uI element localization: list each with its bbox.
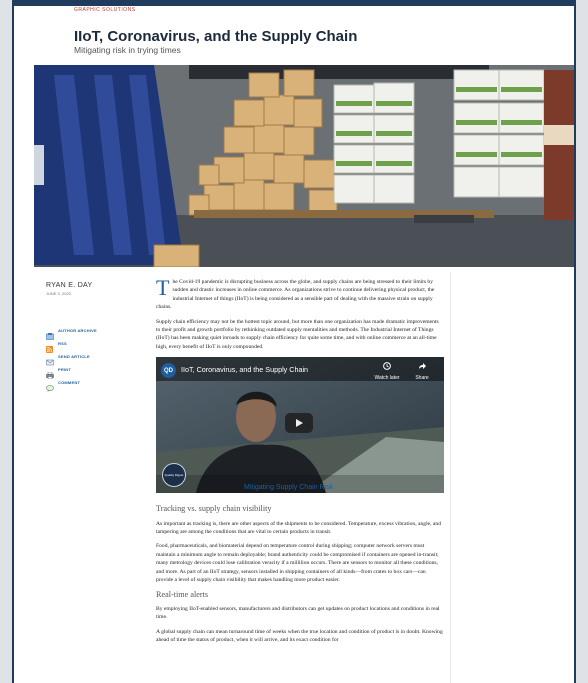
- paragraph: By employing IIoT-enabled sensors, manuf…: [156, 605, 440, 621]
- video-caption: Mitigating Supply Chain Risk: [244, 484, 334, 492]
- play-button[interactable]: [285, 413, 313, 434]
- archive-icon: [46, 327, 54, 340]
- print-icon: [46, 366, 54, 379]
- section-heading: Tracking vs. supply chain visibility: [156, 504, 272, 514]
- tool-print[interactable]: PRINT: [46, 363, 136, 379]
- video-title[interactable]: IIoT, Coronavirus, and the Supply Chain: [181, 365, 308, 374]
- section-heading: Real-time alerts: [156, 589, 209, 599]
- logo-text: QD: [164, 367, 173, 374]
- article-page: GRAPHIC SOLUTIONS IIoT, Coronavirus, and…: [12, 0, 576, 683]
- tool-label: SEND ARTICLE: [58, 353, 90, 359]
- tool-label: PRINT: [58, 366, 71, 372]
- email-icon: [46, 353, 54, 365]
- article-subtitle: Mitigating risk in trying times: [74, 45, 181, 55]
- tool-label: RSS: [58, 340, 67, 346]
- tool-label: COMMENT: [58, 379, 81, 385]
- hero-image: [34, 65, 574, 267]
- article-tools: AUTHOR ARCHIVE RSS SEND ARTICLE PRINT CO…: [46, 324, 136, 392]
- tool-send-article[interactable]: SEND ARTICLE: [46, 350, 136, 365]
- channel-name: Quality Digest: [164, 472, 184, 477]
- article-sidebar: RYAN E. DAY JUNE 3, 2020 AUTHOR ARCHIVE …: [46, 282, 136, 392]
- section-kicker[interactable]: GRAPHIC SOLUTIONS: [74, 7, 136, 13]
- column-divider: [450, 272, 451, 683]
- author-name[interactable]: RYAN E. DAY: [46, 282, 136, 289]
- tool-label: AUTHOR ARCHIVE: [58, 327, 97, 333]
- top-bar: [14, 0, 574, 6]
- play-icon: [296, 419, 303, 428]
- paragraph: As important as tracking is, there are o…: [156, 520, 442, 536]
- paragraph: The Covid-19 pandemic is disrupting busi…: [156, 275, 444, 312]
- video-player[interactable]: QD IIoT, Coronavirus, and the Supply Cha…: [156, 357, 444, 494]
- paragraph: Food, pharmaceuticals, and biomaterial d…: [156, 543, 439, 584]
- watch-later-button[interactable]: Watch later: [372, 362, 402, 382]
- truck-with-boxes-illustration: [34, 65, 574, 267]
- article-body: The Covid-19 pandemic is disrupting busi…: [156, 275, 444, 651]
- rss-icon: [46, 340, 54, 353]
- paragraph-text: he Covid-19 pandemic is disrupting busin…: [156, 279, 435, 311]
- share-label: Share: [415, 374, 429, 381]
- share-icon: [419, 363, 426, 370]
- tool-comment[interactable]: COMMENT: [46, 376, 136, 392]
- watch-later-label: Watch later: [374, 374, 400, 381]
- share-button[interactable]: Share: [410, 362, 434, 382]
- paragraph: A global supply chain can mean turnaroun…: [156, 628, 443, 644]
- paragraph: Supply chain efficiency may not be the h…: [156, 318, 439, 350]
- comment-icon: [46, 379, 54, 392]
- tool-author-archive[interactable]: AUTHOR ARCHIVE: [46, 324, 136, 340]
- tool-rss[interactable]: RSS: [46, 337, 136, 353]
- drop-cap: T: [156, 275, 170, 300]
- publish-date: JUNE 3, 2020: [46, 291, 71, 296]
- article-title: IIoT, Coronavirus, and the Supply Chain: [74, 28, 358, 45]
- clock-icon: [383, 362, 391, 371]
